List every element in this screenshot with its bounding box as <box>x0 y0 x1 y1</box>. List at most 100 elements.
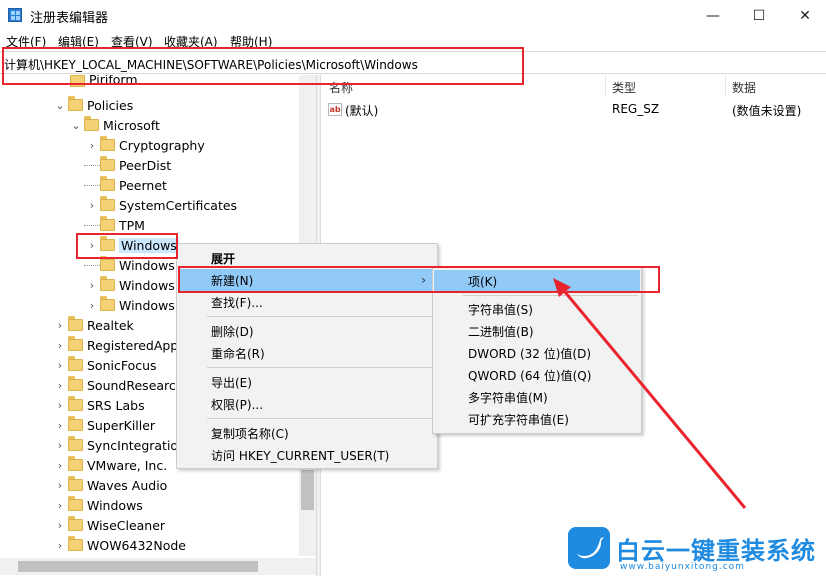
menu-item-rename[interactable]: 重命名(R) <box>178 342 436 364</box>
menu-separator <box>207 367 432 368</box>
tree-horizontal-scrollbar[interactable] <box>0 558 316 575</box>
bird-logo-icon <box>568 527 610 569</box>
value-name[interactable]: (默认) <box>345 102 378 119</box>
tree-item[interactable]: › SyncIntegration <box>52 435 186 455</box>
tree-item[interactable]: › Windows <box>84 275 175 295</box>
chevron-right-icon[interactable]: › <box>52 379 68 392</box>
address-bar[interactable]: 计算机\HKEY_LOCAL_MACHINE\SOFTWARE\Policies… <box>0 51 826 74</box>
tree-item[interactable]: › SoundResearch <box>52 375 184 395</box>
column-header-name[interactable]: 名称 <box>329 79 353 96</box>
tree-connector <box>84 224 100 226</box>
chevron-right-icon[interactable]: › <box>52 539 68 552</box>
tree-item-label: SonicFocus <box>87 357 157 373</box>
chevron-right-icon[interactable]: › <box>52 499 68 512</box>
tree-item[interactable]: › SRS Labs <box>52 395 145 415</box>
tree-item-windows-selected[interactable]: › Windows <box>84 235 179 255</box>
close-button[interactable]: ✕ <box>782 0 826 31</box>
submenu-item-qword-value[interactable]: QWORD (64 位)值(Q) <box>434 364 640 386</box>
tree-item[interactable]: › Realtek <box>52 315 134 335</box>
tree-item-label: Realtek <box>87 317 134 333</box>
column-divider[interactable] <box>605 75 606 97</box>
menu-item-delete[interactable]: 删除(D) <box>178 320 436 342</box>
tree-item[interactable]: › SonicFocus <box>52 355 157 375</box>
chevron-right-icon[interactable]: › <box>84 239 100 252</box>
tree-item[interactable]: › SuperKiller <box>52 415 155 435</box>
menu-item-goto-hkcu[interactable]: 访问 HKEY_CURRENT_USER(T) <box>178 444 436 466</box>
tree-item[interactable]: › RegisteredApp <box>52 335 178 355</box>
tree-item[interactable]: › Windows <box>52 495 143 515</box>
tree-item[interactable]: › Cryptography <box>84 135 205 155</box>
submenu-item-dword-value[interactable]: DWORD (32 位)值(D) <box>434 342 640 364</box>
tree-item[interactable]: › SystemCertificates <box>84 195 237 215</box>
chevron-down-icon[interactable]: ⌄ <box>52 99 68 112</box>
chevron-right-icon[interactable]: › <box>52 519 68 532</box>
column-divider[interactable] <box>725 75 726 97</box>
maximize-button[interactable]: ☐ <box>736 0 782 31</box>
tree-item[interactable]: Windows <box>84 255 175 275</box>
tree-item-label: SyncIntegration <box>87 437 187 453</box>
scrollbar-thumb[interactable] <box>18 561 258 572</box>
menu-help[interactable]: 帮助(H) <box>230 33 272 50</box>
menu-item-permissions[interactable]: 权限(P)... <box>178 393 436 415</box>
menu-item-expand[interactable]: 展开 <box>178 247 436 269</box>
address-path[interactable]: 计算机\HKEY_LOCAL_MACHINE\SOFTWARE\Policies… <box>4 56 418 73</box>
tree-item[interactable]: PeerDist <box>84 155 171 175</box>
menu-item-copy-key-name[interactable]: 复制项名称(C) <box>178 422 436 444</box>
folder-icon <box>68 376 83 391</box>
tree-item[interactable]: › WiseCleaner <box>52 515 165 535</box>
tree-item[interactable]: Piriform <box>70 75 138 87</box>
column-header-data[interactable]: 数据 <box>732 79 756 96</box>
folder-icon <box>68 496 83 511</box>
chevron-right-icon[interactable]: › <box>84 199 100 212</box>
column-header-type[interactable]: 类型 <box>612 79 636 96</box>
folder-icon <box>68 436 83 451</box>
chevron-right-icon[interactable]: › <box>52 359 68 372</box>
tree-item[interactable]: › VMware, Inc. <box>52 455 167 475</box>
submenu-item-binary-value[interactable]: 二进制值(B) <box>434 320 640 342</box>
tree-item-policies[interactable]: ⌄ Policies <box>52 95 133 115</box>
menu-file[interactable]: 文件(F) <box>6 33 46 50</box>
chevron-right-icon[interactable]: › <box>84 139 100 152</box>
submenu-item-multi-string-value[interactable]: 多字符串值(M) <box>434 386 640 408</box>
submenu-item-expandable-string-value[interactable]: 可扩充字符串值(E) <box>434 408 640 430</box>
chevron-right-icon[interactable]: › <box>84 279 100 292</box>
folder-icon <box>68 396 83 411</box>
scrollbar-thumb[interactable] <box>301 470 314 510</box>
menu-favorites[interactable]: 收藏夹(A) <box>164 33 218 50</box>
menu-item-export[interactable]: 导出(E) <box>178 371 436 393</box>
brand-watermark: 白云一键重装系统 www.baiyunxitong.com <box>568 527 826 576</box>
tree-item-label: Piriform <box>89 75 138 87</box>
tree-item-microsoft[interactable]: ⌄ Microsoft <box>68 115 160 135</box>
chevron-down-icon[interactable]: ⌄ <box>68 119 84 132</box>
tree-item-label: PeerDist <box>119 157 172 173</box>
menu-item-find[interactable]: 查找(F)... <box>178 291 436 313</box>
brand-name: 白云一键重装系统 <box>616 537 816 565</box>
chevron-right-icon[interactable]: › <box>52 479 68 492</box>
chevron-right-icon[interactable]: › <box>52 439 68 452</box>
tree-item[interactable]: TPM <box>84 215 145 235</box>
tree-item[interactable]: › Windows <box>84 295 175 315</box>
menu-view[interactable]: 查看(V) <box>111 33 153 50</box>
folder-icon <box>100 216 115 231</box>
tree-item[interactable]: › Waves Audio <box>52 475 167 495</box>
submenu-item-string-value[interactable]: 字符串值(S) <box>434 298 640 320</box>
tree-item-label: WOW6432Node <box>87 537 186 553</box>
minimize-button[interactable]: — <box>690 0 736 31</box>
chevron-right-icon[interactable]: › <box>84 299 100 312</box>
submenu-item-key[interactable]: 项(K) <box>434 270 640 292</box>
tree-item[interactable]: › WOW6432Node <box>52 535 186 555</box>
chevron-right-icon[interactable]: › <box>52 339 68 352</box>
folder-icon <box>68 456 83 471</box>
folder-icon <box>84 116 99 131</box>
tree-item-label: Windows <box>119 297 175 313</box>
menu-item-label: 新建(N) <box>211 273 254 288</box>
chevron-right-icon[interactable]: › <box>52 459 68 472</box>
chevron-right-icon[interactable]: › <box>52 399 68 412</box>
folder-icon <box>68 476 83 491</box>
tree-item-label: Peernet <box>119 177 167 193</box>
tree-item[interactable]: Peernet <box>84 175 167 195</box>
menu-item-new[interactable]: 新建(N) › <box>178 269 436 291</box>
chevron-right-icon[interactable]: › <box>52 419 68 432</box>
menu-edit[interactable]: 编辑(E) <box>58 33 99 50</box>
chevron-right-icon[interactable]: › <box>52 319 68 332</box>
